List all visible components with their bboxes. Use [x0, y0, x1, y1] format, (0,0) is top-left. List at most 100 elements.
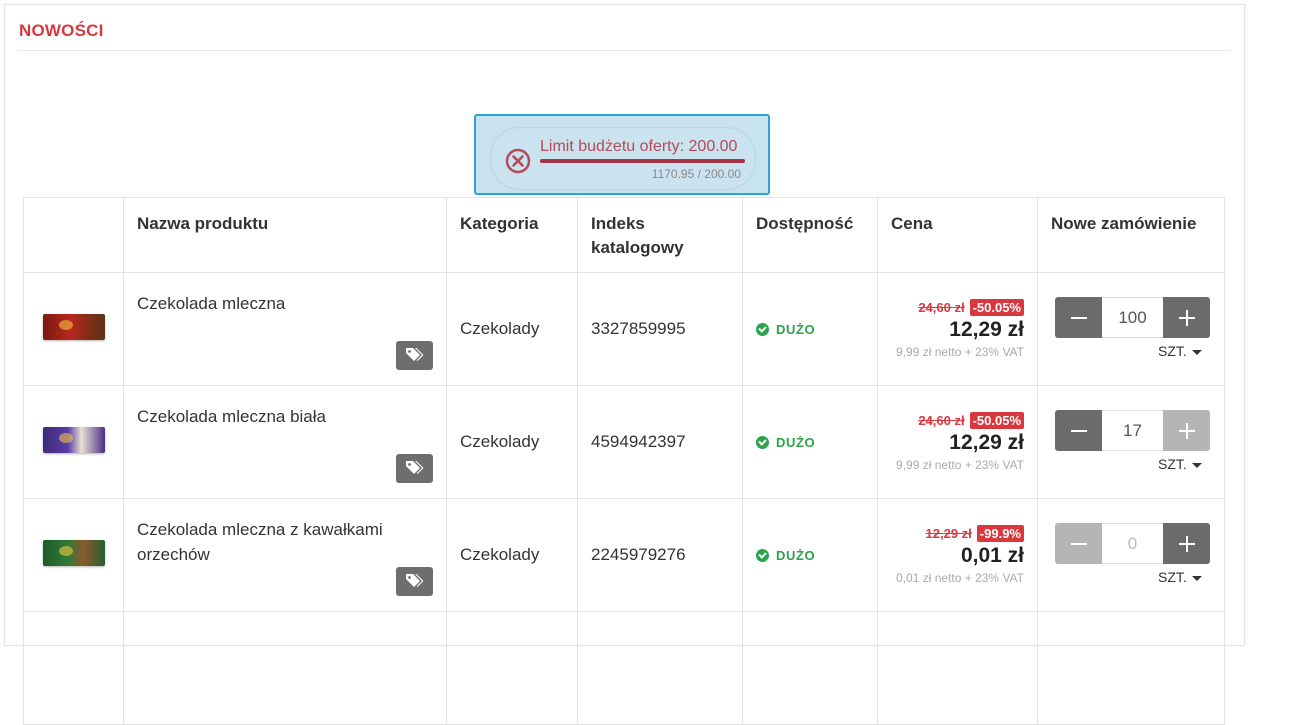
- product-name[interactable]: Czekolada mleczna: [137, 291, 406, 316]
- availability-cell: DUŻO: [742, 272, 878, 386]
- header-category[interactable]: Kategoria: [446, 197, 578, 273]
- section-divider: [17, 50, 1231, 51]
- table-header-row: Nazwa produktu Kategoria Indeks katalogo…: [23, 197, 1225, 273]
- availability-label: DUŻO: [776, 321, 816, 337]
- unit-dropdown[interactable]: SZT.: [1158, 569, 1202, 585]
- product-image-cell[interactable]: [23, 498, 124, 612]
- decrease-quantity-button[interactable]: [1055, 297, 1102, 338]
- table-row: Czekolada mleczna z kawałkami orzechów C…: [23, 498, 1225, 612]
- category-cell: Czekolady: [446, 498, 578, 612]
- price-cell: 24,60 zł -50.05% 12,29 zł 9,99 zł netto …: [877, 272, 1038, 386]
- table-row: Czekolada mleczna Czekolady 3327859995 D…: [23, 272, 1225, 386]
- net-price: 9,99 zł netto + 23% VAT: [896, 458, 1024, 472]
- availability-badge: DUŻO: [756, 548, 864, 563]
- old-price: 24,60 zł: [918, 300, 965, 315]
- product-name[interactable]: Czekolada mleczna biała: [137, 404, 406, 429]
- tags-icon: [406, 461, 424, 474]
- price-cell: 12,29 zł -99.9% 0,01 zł 0,01 zł netto + …: [877, 498, 1038, 612]
- budget-limit-label: Limit budżetu oferty: 200.00: [540, 138, 738, 155]
- catalog-index-cell: 4594942397: [577, 385, 743, 499]
- catalog-index-cell: 3327859995: [577, 272, 743, 386]
- unit-dropdown[interactable]: SZT.: [1158, 343, 1202, 359]
- unit-label: SZT.: [1158, 343, 1187, 359]
- increase-quantity-button[interactable]: [1163, 297, 1210, 338]
- tags-icon: [406, 574, 424, 587]
- table-row: Czekolada mleczna biała Czekolady 459494…: [23, 385, 1225, 499]
- increase-quantity-button[interactable]: [1163, 410, 1210, 451]
- quantity-input[interactable]: 100: [1102, 297, 1163, 338]
- product-image[interactable]: [42, 426, 105, 453]
- product-image[interactable]: [42, 313, 105, 340]
- unit-label: SZT.: [1158, 456, 1187, 472]
- discount-badge: -99.9%: [976, 525, 1024, 542]
- plus-icon: [1178, 422, 1195, 439]
- quantity-stepper: 0: [1055, 523, 1210, 564]
- net-price: 9,99 zł netto + 23% VAT: [896, 345, 1024, 359]
- unit-label: SZT.: [1158, 569, 1187, 585]
- discount-badge: -50.05%: [969, 299, 1024, 316]
- tag-button[interactable]: [396, 341, 433, 370]
- order-cell: 0 SZT.: [1037, 498, 1225, 612]
- product-image-cell[interactable]: [23, 272, 124, 386]
- empty-cell: [742, 611, 878, 725]
- plus-icon: [1178, 535, 1195, 552]
- budget-limit-tooltip: Limit budżetu oferty: 200.00 1170.95 / 2…: [474, 114, 770, 195]
- product-name-cell: Czekolada mleczna: [123, 272, 447, 386]
- availability-cell: DUŻO: [742, 385, 878, 499]
- caret-down-icon: [1191, 349, 1202, 355]
- availability-label: DUŻO: [776, 547, 816, 563]
- caret-down-icon: [1191, 575, 1202, 581]
- table-row: [23, 611, 1225, 725]
- decrease-quantity-button[interactable]: [1055, 410, 1102, 451]
- tag-button[interactable]: [396, 567, 433, 596]
- unit-dropdown[interactable]: SZT.: [1158, 456, 1202, 472]
- availability-label: DUŻO: [776, 434, 816, 450]
- empty-cell: [577, 611, 743, 725]
- header-availability[interactable]: Dostępność: [742, 197, 878, 273]
- product-name[interactable]: Czekolada mleczna z kawałkami orzechów: [137, 517, 406, 567]
- header-catalog-index[interactable]: Indeks katalogowy: [577, 197, 743, 273]
- decrease-quantity-button[interactable]: [1055, 523, 1102, 564]
- check-circle-icon: [756, 548, 769, 562]
- availability-badge: DUŻO: [756, 322, 864, 337]
- order-cell: 17 SZT.: [1037, 385, 1225, 499]
- budget-limit-pill: Limit budżetu oferty: 200.00 1170.95 / 2…: [490, 127, 756, 190]
- increase-quantity-button[interactable]: [1163, 523, 1210, 564]
- category-cell: Czekolady: [446, 385, 578, 499]
- category-cell: Czekolady: [446, 272, 578, 386]
- availability-cell: DUŻO: [742, 498, 878, 612]
- header-new-order: Nowe zamówienie: [1037, 197, 1225, 273]
- section-title: NOWOŚCI: [19, 21, 104, 40]
- current-price: 0,01 zł: [960, 544, 1024, 567]
- header-product-name[interactable]: Nazwa produktu: [123, 197, 447, 273]
- empty-cell: [446, 611, 578, 725]
- current-price: 12,29 zł: [949, 431, 1024, 454]
- discount-badge: -50.05%: [969, 412, 1024, 429]
- header-price[interactable]: Cena: [877, 197, 1038, 273]
- tag-button[interactable]: [396, 454, 433, 483]
- budget-progress-fill: [540, 159, 745, 163]
- product-name-cell: Czekolada mleczna z kawałkami orzechów: [123, 498, 447, 612]
- product-name-cell: Czekolada mleczna biała: [123, 385, 447, 499]
- budget-progress-bar: [540, 159, 745, 163]
- product-image-cell[interactable]: [23, 385, 124, 499]
- quantity-stepper: 100: [1055, 297, 1210, 338]
- empty-cell: [1037, 611, 1225, 725]
- close-circle-icon: [505, 148, 531, 174]
- minus-icon: [1070, 316, 1087, 319]
- minus-icon: [1070, 429, 1087, 432]
- products-table: Nazwa produktu Kategoria Indeks katalogo…: [23, 197, 1225, 725]
- catalog-index-cell: 2245979276: [577, 498, 743, 612]
- header-image: [23, 197, 124, 273]
- empty-cell: [23, 611, 124, 725]
- current-price: 12,29 zł: [949, 318, 1024, 341]
- quantity-input[interactable]: 17: [1102, 410, 1163, 451]
- product-image[interactable]: [42, 539, 105, 566]
- order-cell: 100 SZT.: [1037, 272, 1225, 386]
- empty-cell: [123, 611, 447, 725]
- plus-icon: [1178, 309, 1195, 326]
- old-price: 12,29 zł: [925, 526, 972, 541]
- quantity-input[interactable]: 0: [1102, 523, 1163, 564]
- check-circle-icon: [756, 322, 769, 336]
- budget-values: 1170.95 / 200.00: [651, 167, 741, 181]
